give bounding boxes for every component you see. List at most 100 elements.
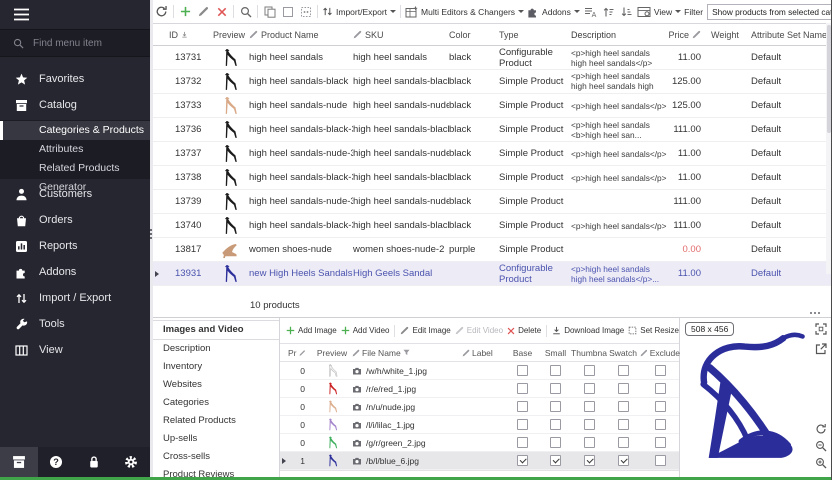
exclude-checkbox[interactable] xyxy=(655,419,666,430)
cell-product-name[interactable]: high heel sandals-nude-36 xyxy=(249,148,353,159)
cell-position[interactable]: 0 xyxy=(288,402,312,412)
column-header-preview[interactable]: Preview xyxy=(312,348,352,358)
cell-description[interactable]: <p>high heel sandals high heel sandals</… xyxy=(571,264,667,284)
cell-color[interactable]: black xyxy=(449,76,499,87)
cell-type[interactable]: Simple Product xyxy=(499,124,571,135)
cell-sku[interactable]: high heel sandals-black-38 xyxy=(353,220,449,231)
cell-attribute-set[interactable]: Default xyxy=(751,196,832,207)
exclude-checkbox[interactable] xyxy=(655,365,666,376)
small-checkbox[interactable] xyxy=(550,383,561,394)
panel-splitter[interactable] xyxy=(150,0,153,477)
product-row[interactable]: 13817women shoes-nudewomen shoes-nude-2p… xyxy=(150,238,832,262)
cell-sku[interactable]: women shoes-nude-2 xyxy=(353,244,449,255)
sidebar-item-categories-products[interactable]: Categories & Products xyxy=(0,121,150,140)
column-header-exclude[interactable]: Exclude xyxy=(640,348,680,358)
cell-preview[interactable] xyxy=(209,120,249,139)
cell-attribute-set[interactable]: Default xyxy=(751,148,832,159)
search-records-button[interactable] xyxy=(238,4,253,20)
view-menu[interactable]: View xyxy=(637,6,681,18)
tab-cross-sells[interactable]: Cross-sells xyxy=(150,448,279,466)
cell-preview[interactable] xyxy=(312,364,352,377)
cell-preview[interactable] xyxy=(312,382,352,395)
cell-id[interactable]: 13817 xyxy=(163,244,209,255)
cell-price[interactable]: 11.00 xyxy=(667,268,711,279)
cell-attribute-set[interactable]: Default xyxy=(751,124,832,135)
cell-color[interactable]: black xyxy=(449,148,499,159)
cell-color[interactable]: purple xyxy=(449,244,499,255)
cell-product-name[interactable]: high heel sandals-black xyxy=(249,76,353,87)
tab-images-and-video[interactable]: Images and Video xyxy=(150,320,279,340)
product-row[interactable]: 13737high heel sandals-nude-36high heel … xyxy=(150,142,832,166)
product-row[interactable]: 13931new High Heels SandalsHigh Geels Sa… xyxy=(150,262,832,286)
cell-id[interactable]: 13738 xyxy=(163,172,209,183)
sidebar-item-attributes[interactable]: Attributes xyxy=(0,140,150,159)
cell-color[interactable]: black xyxy=(449,220,499,231)
zoom-out-button[interactable] xyxy=(815,440,827,452)
small-checkbox[interactable] xyxy=(550,455,561,466)
exclude-checkbox[interactable] xyxy=(655,437,666,448)
cell-description[interactable]: <p>high heel sandals</p> xyxy=(571,101,667,111)
multi-editors-changers-menu[interactable]: Multi Editors & Changers xyxy=(405,6,524,18)
cell-file-name[interactable]: /w/h/white_1.jpg xyxy=(352,366,462,376)
image-row[interactable]: 0/r/e/red_1.jpg xyxy=(280,380,679,398)
cell-type[interactable]: Simple Product xyxy=(499,196,571,207)
cell-position[interactable]: 1 xyxy=(288,456,312,466)
small-checkbox[interactable] xyxy=(550,401,561,412)
image-row[interactable]: 0/l/i/lilac_1.jpg xyxy=(280,416,679,434)
cell-price[interactable]: 125.00 xyxy=(667,100,711,111)
cell-type[interactable]: Simple Product xyxy=(499,220,571,231)
exclude-checkbox[interactable] xyxy=(655,383,666,394)
cell-preview[interactable] xyxy=(209,144,249,163)
sidebar-item-tools[interactable]: Tools xyxy=(0,311,150,337)
cell-price[interactable]: 11.00 xyxy=(667,172,711,183)
cell-color[interactable]: black xyxy=(449,52,499,63)
cell-attribute-set[interactable]: Default xyxy=(751,244,832,255)
cell-product-name[interactable]: high heel sandals-black-38 xyxy=(249,220,353,231)
add-video-button[interactable]: Add Video xyxy=(341,326,390,335)
cell-id[interactable]: 13733 xyxy=(163,100,209,111)
horizontal-splitter-handle[interactable] xyxy=(810,312,822,315)
category-filter-select[interactable]: Show products from selected categories xyxy=(707,4,832,20)
cell-preview[interactable] xyxy=(209,72,249,91)
addons-menu[interactable]: Addons xyxy=(527,6,580,18)
cell-preview[interactable] xyxy=(209,240,249,259)
cell-description[interactable]: <p>high heel sandals</p> xyxy=(571,173,667,183)
product-row[interactable]: 13732high heel sandals-blackhigh heel sa… xyxy=(150,70,832,94)
cell-sku[interactable]: high heel sandals xyxy=(353,52,449,63)
cell-id[interactable]: 13732 xyxy=(163,76,209,87)
cell-price[interactable]: 111.00 xyxy=(667,220,711,231)
cell-color[interactable]: black xyxy=(449,196,499,207)
cell-preview[interactable] xyxy=(312,400,352,413)
add-image-button[interactable]: Add Image xyxy=(286,326,337,335)
column-header-type[interactable]: Type xyxy=(499,30,571,40)
paste-special-button[interactable] xyxy=(298,4,313,20)
cell-sku[interactable]: High Geels Sandal xyxy=(353,268,449,279)
cell-type[interactable]: Configurable Product xyxy=(499,263,571,285)
image-row[interactable]: 0/g/r/green_2.jpg xyxy=(280,434,679,452)
font-settings-button[interactable]: A xyxy=(583,4,598,20)
column-header-preview[interactable]: Preview xyxy=(209,30,249,40)
lock-button[interactable] xyxy=(75,447,113,477)
thumbnail-checkbox[interactable] xyxy=(584,383,595,394)
cell-product-name[interactable]: high heel sandals-black-37 xyxy=(249,172,353,183)
exclude-checkbox[interactable] xyxy=(655,401,666,412)
cell-position[interactable]: 0 xyxy=(288,420,312,430)
cell-file-name[interactable]: /l/i/lilac_1.jpg xyxy=(352,420,462,430)
column-header-base[interactable]: Base xyxy=(506,348,539,358)
cell-description[interactable]: <p>high heel sandals</p> xyxy=(571,221,667,231)
cell-file-name[interactable]: /g/r/green_2.jpg xyxy=(352,438,462,448)
cell-attribute-set[interactable]: Default xyxy=(751,100,832,111)
swatch-checkbox[interactable] xyxy=(618,419,629,430)
cell-sku[interactable]: high heel sandals-nude-36 xyxy=(353,148,449,159)
column-header-price[interactable]: Price xyxy=(667,30,711,40)
cell-id[interactable]: 13740 xyxy=(163,220,209,231)
cell-sku[interactable]: high heel sandals-nude-37 xyxy=(353,196,449,207)
hamburger-menu-icon[interactable] xyxy=(13,8,30,21)
cell-attribute-set[interactable]: Default xyxy=(751,268,832,279)
cell-preview[interactable] xyxy=(312,418,352,431)
small-checkbox[interactable] xyxy=(550,419,561,430)
cell-description[interactable]: <p>high heel sandals high heel sandals h… xyxy=(571,71,667,92)
settings-gear-button[interactable] xyxy=(113,447,151,477)
thumbnail-checkbox[interactable] xyxy=(584,437,595,448)
cell-type[interactable]: Simple Product xyxy=(499,244,571,255)
